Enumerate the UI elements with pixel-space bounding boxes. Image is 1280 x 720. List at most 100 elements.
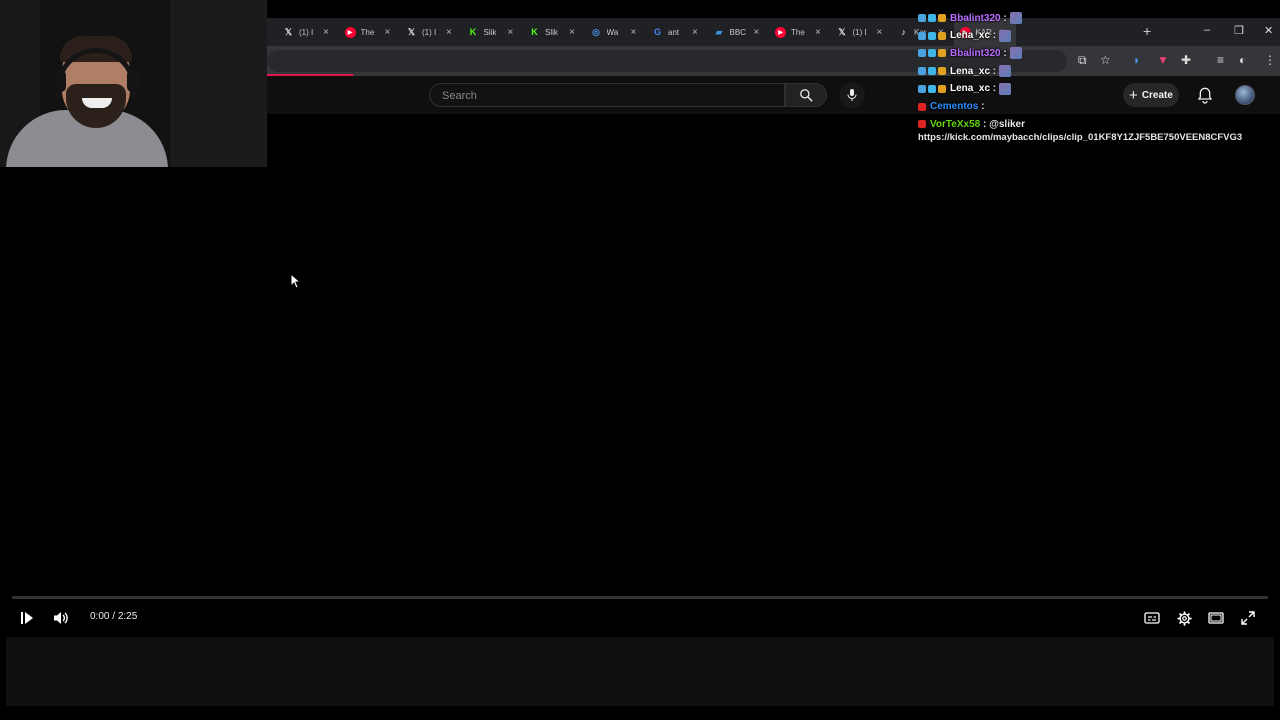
headset-ear-right xyxy=(127,70,139,92)
youtube-logo-icon: ▶ xyxy=(775,26,786,38)
chat-badge-icon xyxy=(918,67,926,76)
webcam-overlay xyxy=(0,0,267,167)
chat-message: Cementos : xyxy=(918,99,987,115)
chat-username: Cementos xyxy=(930,101,979,112)
browser-tab[interactable]: ▶ The × xyxy=(775,18,827,46)
chat-badge-icon xyxy=(938,31,946,40)
chat-username: Bbalint320 xyxy=(950,47,1001,59)
browser-tab[interactable]: 𝕏 (1) I × xyxy=(283,18,335,46)
browser-tab[interactable]: K Slik × xyxy=(529,18,581,46)
close-tab-icon[interactable]: × xyxy=(754,27,760,38)
tab-title: Slik xyxy=(483,27,497,37)
close-tab-icon[interactable]: × xyxy=(446,27,452,38)
x-logo-icon: 𝕏 xyxy=(407,26,416,37)
subtitles-button[interactable] xyxy=(1143,609,1161,627)
chat-badge-icon xyxy=(918,14,926,22)
time-display: 0:00 / 2:25 xyxy=(90,611,137,622)
chat-message: VorTeXx58 : @sliker xyxy=(918,116,1025,132)
chat-badge-icon xyxy=(938,14,946,22)
chat-text: : xyxy=(1000,47,1007,59)
duration: 2:25 xyxy=(117,611,138,622)
volume-icon xyxy=(54,612,68,624)
tab-title: (1) I xyxy=(299,27,314,37)
voice-search-button[interactable] xyxy=(839,82,865,108)
search-box xyxy=(429,83,785,107)
chat-badge-icon xyxy=(918,102,926,111)
browser-tab[interactable]: Gant × xyxy=(652,18,704,46)
browser-tab[interactable]: ▶ The × xyxy=(344,18,397,46)
browser-tab[interactable]: K Slik × xyxy=(468,18,520,46)
tab-title: ant xyxy=(668,27,680,37)
close-tab-icon[interactable]: × xyxy=(815,27,821,38)
volume-button[interactable] xyxy=(52,609,70,627)
x-logo-icon: 𝕏 xyxy=(284,26,293,37)
chat-badge-icon xyxy=(918,49,926,58)
mouse-cursor-icon xyxy=(290,273,300,289)
tab-title: (1) I xyxy=(422,27,437,37)
tab-title: The xyxy=(360,27,375,37)
webcam-background-right xyxy=(170,0,267,167)
close-tab-icon[interactable]: × xyxy=(631,27,637,38)
chat-message: Bbalint320 : xyxy=(918,45,1022,61)
gear-icon xyxy=(1176,610,1192,626)
chat-badge-icon xyxy=(938,49,946,58)
play-button[interactable] xyxy=(18,609,36,627)
close-tab-icon[interactable]: × xyxy=(692,27,698,38)
microphone-icon xyxy=(847,89,857,101)
current-time: 0:00 xyxy=(90,611,110,622)
search-button[interactable] xyxy=(785,83,827,107)
browser-tab[interactable]: ◎ Wa × xyxy=(591,18,643,46)
youtube-logo-icon: ▶ xyxy=(344,26,356,38)
chat-emote-icon xyxy=(1009,47,1022,60)
chat-message: Lena_xc : xyxy=(918,63,1012,79)
tab-title: The xyxy=(791,27,805,37)
tab-title: (1) I xyxy=(852,27,867,37)
theater-mode-icon xyxy=(1208,612,1224,624)
kick-logo-icon: K xyxy=(469,27,477,37)
chat-username: Lena_xc xyxy=(950,65,991,77)
chat-username: Lena_xc xyxy=(950,30,991,42)
tab-title: Wa xyxy=(606,27,619,37)
chat-badge-icon xyxy=(918,84,926,93)
chat-emote-icon xyxy=(999,82,1012,95)
theater-mode-button[interactable] xyxy=(1207,609,1225,627)
chat-badge-icon xyxy=(918,31,926,40)
stream-chat-overlay: Bbalint320 : Lena_xc : Bbalint320 : Lena_xc… xyxy=(918,0,1280,150)
chat-text: : xyxy=(990,65,997,77)
chat-message: Bbalint320 : xyxy=(918,10,1022,26)
chat-badge-icon xyxy=(918,120,926,129)
chat-emote-icon xyxy=(999,65,1012,78)
video-progress-bar[interactable] xyxy=(12,596,1268,599)
chat-text: : xyxy=(978,101,988,112)
below-player-area xyxy=(6,637,1274,706)
browser-tab[interactable]: ▰ BBC × xyxy=(714,18,766,46)
chat-emote-icon xyxy=(1009,12,1022,24)
settings-button[interactable] xyxy=(1175,609,1193,627)
kick-logo-icon: K xyxy=(531,27,538,37)
close-tab-icon[interactable]: × xyxy=(385,27,391,38)
search-input[interactable] xyxy=(440,87,764,105)
globe-icon: ◎ xyxy=(592,26,600,37)
browser-tab[interactable]: 𝕏 (1) I × xyxy=(837,18,889,46)
chat-badge-icon xyxy=(928,84,936,93)
close-tab-icon[interactable]: × xyxy=(877,27,883,38)
close-tab-icon[interactable]: × xyxy=(569,27,575,38)
subtitles-icon xyxy=(1144,612,1160,624)
chat-badge-icon xyxy=(928,67,936,76)
play-icon xyxy=(21,612,33,624)
fullscreen-button[interactable] xyxy=(1239,609,1257,627)
chat-text: : xyxy=(990,83,997,95)
chat-badge-icon xyxy=(928,49,936,58)
tab-title: BBC xyxy=(729,27,746,37)
bbc-logo-icon: ▰ xyxy=(715,26,723,37)
close-tab-icon[interactable]: × xyxy=(323,27,329,38)
chat-message: Lena_xc : xyxy=(918,81,1012,97)
chat-message: Lena_xc : xyxy=(918,28,1012,44)
close-tab-icon[interactable]: × xyxy=(508,27,514,38)
browser-tab[interactable]: 𝕏 (1) I × xyxy=(406,18,458,46)
chat-badge-icon xyxy=(928,14,936,22)
google-logo-icon: G xyxy=(653,27,661,37)
tiktok-logo-icon: ♪ xyxy=(901,27,906,37)
chat-link-text: https://kick.com/maybacch/clips/clip_01K… xyxy=(918,132,1243,143)
time-separator: / xyxy=(109,611,118,622)
